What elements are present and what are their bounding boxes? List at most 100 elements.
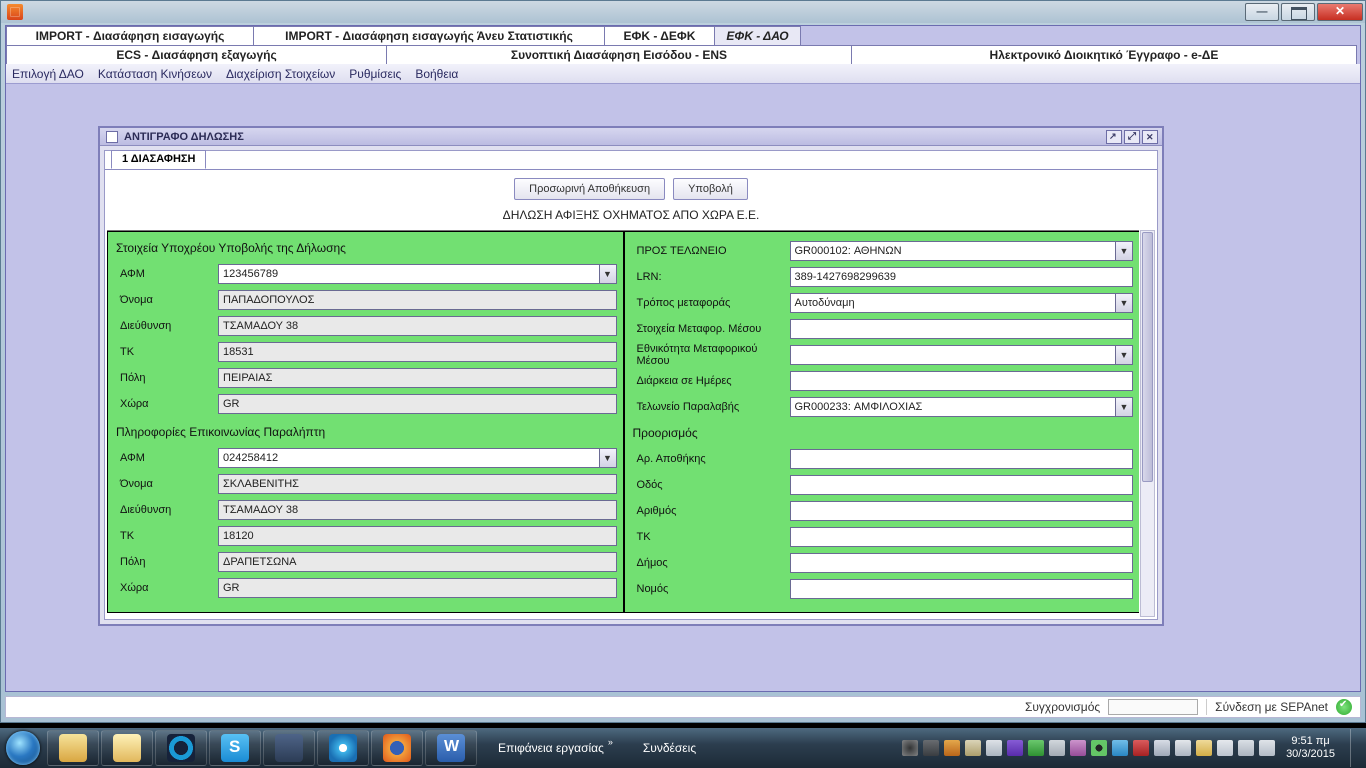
window-buttons <box>1245 3 1363 21</box>
tray-icon[interactable] <box>1112 740 1128 756</box>
nationality-combo[interactable]: ▼ <box>790 345 1134 365</box>
internal-maximize-button[interactable] <box>1124 130 1140 144</box>
window-maximize-button[interactable] <box>1281 3 1315 21</box>
tray-icon[interactable] <box>1049 740 1065 756</box>
tab-import[interactable]: IMPORT - Διασάφηση εισαγωγής <box>6 26 254 45</box>
recv-customs-field[interactable]: GR000233: ΑΜΦΙΛΟΧΙΑΣ <box>790 397 1116 417</box>
afm-combo[interactable]: 123456789▼ <box>218 264 617 284</box>
window-titlebar[interactable] <box>1 1 1365 23</box>
menu-settings[interactable]: Ρυθμίσεις <box>349 67 401 81</box>
name-field: ΠΑΠΑΔΟΠΟΥΛΟΣ <box>218 290 617 310</box>
chevron-down-icon[interactable]: ▼ <box>1115 293 1133 313</box>
tray-icon[interactable] <box>965 740 981 756</box>
taskbar-files[interactable] <box>101 730 153 766</box>
taskbar-clock[interactable]: 9:51 πμ 30/3/2015 <box>1280 735 1341 761</box>
internal-close-button[interactable] <box>1142 130 1158 144</box>
taskbar-firefox[interactable] <box>371 730 423 766</box>
chevron-down-icon[interactable]: ▼ <box>1115 345 1133 365</box>
submit-button[interactable]: Υποβολή <box>673 178 748 200</box>
menu-data[interactable]: Διαχείριση Στοιχείων <box>226 67 335 81</box>
internal-detach-button[interactable] <box>1106 130 1122 144</box>
municipality-field[interactable] <box>790 553 1134 573</box>
recv-customs-combo[interactable]: GR000233: ΑΜΦΙΛΟΧΙΑΣ▼ <box>790 397 1134 417</box>
mode-field[interactable]: Αυτοδύναμη <box>790 293 1116 313</box>
tray-icon[interactable] <box>1154 740 1170 756</box>
internal-titlebar[interactable]: ΑΝΤΙΓΡΑΦΟ ΔΗΛΩΣΗΣ <box>100 128 1162 146</box>
tray-icon[interactable] <box>1028 740 1044 756</box>
taskbar-sepa[interactable] <box>263 730 315 766</box>
toolbar-desktop[interactable]: Επιφάνεια εργασίας» <box>498 741 613 755</box>
show-desktop-button[interactable] <box>1350 729 1360 767</box>
tab-efk-defk[interactable]: ΕΦΚ - ΔΕΦΚ <box>604 26 715 45</box>
label-tk2: ΤΚ <box>114 530 214 542</box>
form-tab-1[interactable]: 1 ΔΙΑΣΑΦΗΣΗ <box>111 150 206 169</box>
tray-icon[interactable] <box>1007 740 1023 756</box>
start-button[interactable] <box>0 728 46 768</box>
menu-dao[interactable]: Επιλογή ΔΑΟ <box>12 67 84 81</box>
chevron-down-icon[interactable]: ▼ <box>1115 241 1133 261</box>
tab-ede[interactable]: Ηλεκτρονικό Διοικητικό Έγγραφο - e-ΔΕ <box>851 45 1357 64</box>
vertical-scrollbar[interactable] <box>1140 230 1155 617</box>
tab-efk-dao[interactable]: ΕΦΚ - ΔΑΟ <box>714 26 801 45</box>
label-mode: Τρόπος μεταφοράς <box>631 297 786 309</box>
afm2-combo[interactable]: 024258412▼ <box>218 448 617 468</box>
street-field[interactable] <box>790 475 1134 495</box>
tab-import-no-stats[interactable]: IMPORT - Διασάφηση εισαγωγής Άνευ Στατισ… <box>253 26 605 45</box>
tray-icon[interactable] <box>1091 740 1107 756</box>
mode-combo[interactable]: Αυτοδύναμη▼ <box>790 293 1134 313</box>
internal-window: ΑΝΤΙΓΡΑΦΟ ΔΗΛΩΣΗΣ 1 ΔΙΑΣΑΦΗΣΗ Προσωρινή … <box>98 126 1164 626</box>
chevron-down-icon[interactable]: ▼ <box>1115 397 1133 417</box>
label-name2: Όνομα <box>114 478 214 490</box>
tray-icon[interactable] <box>1133 740 1149 756</box>
vehinfo-field[interactable] <box>790 319 1134 339</box>
taskbar-ie[interactable] <box>317 730 369 766</box>
save-button[interactable]: Προσωρινή Αποθήκευση <box>514 178 665 200</box>
check-icon <box>1336 699 1352 715</box>
customs-field[interactable]: GR000102: ΑΘΗΝΩΝ <box>790 241 1116 261</box>
dest-tk-field[interactable] <box>790 527 1134 547</box>
taskbar-explorer[interactable] <box>47 730 99 766</box>
window-minimize-button[interactable] <box>1245 3 1279 21</box>
afm2-field[interactable]: 024258412 <box>218 448 599 468</box>
chevron-right-icon: » <box>608 737 613 747</box>
toolbar-links[interactable]: Συνδέσεις <box>643 741 696 755</box>
warehouse-field[interactable] <box>790 449 1134 469</box>
tray-icon[interactable] <box>1238 740 1254 756</box>
internal-body: 1 ΔΙΑΣΑΦΗΣΗ Προσωρινή Αποθήκευση Υποβολή… <box>104 150 1158 620</box>
tray-icon[interactable] <box>1196 740 1212 756</box>
menu-moves[interactable]: Κατάσταση Κινήσεων <box>98 67 212 81</box>
tray-icon[interactable] <box>1175 740 1191 756</box>
lrn-field[interactable]: 389-1427698299639 <box>790 267 1134 287</box>
explorer-icon <box>59 734 87 762</box>
taskbar-skype[interactable] <box>209 730 261 766</box>
tray-icon[interactable] <box>923 740 939 756</box>
label-recv-customs: Τελωνείο Παραλαβής <box>631 401 786 413</box>
nationality-field[interactable] <box>790 345 1116 365</box>
days-field[interactable] <box>790 371 1134 391</box>
tray-icon[interactable] <box>1070 740 1086 756</box>
tk-field: 18531 <box>218 342 617 362</box>
word-icon <box>437 734 465 762</box>
customs-combo[interactable]: GR000102: ΑΘΗΝΩΝ▼ <box>790 241 1134 261</box>
windows-logo-icon <box>6 731 40 765</box>
chevron-down-icon[interactable]: ▼ <box>599 448 617 468</box>
menu-help[interactable]: Βοήθεια <box>415 67 458 81</box>
tab-ecs[interactable]: ECS - Διασάφηση εξαγωγής <box>6 45 387 64</box>
afm-field[interactable]: 123456789 <box>218 264 599 284</box>
tab-ens[interactable]: Συνοπτική Διασάφηση Εισόδου - ENS <box>386 45 852 64</box>
chevron-down-icon[interactable]: ▼ <box>599 264 617 284</box>
prefecture-field[interactable] <box>790 579 1134 599</box>
tray-icon[interactable] <box>986 740 1002 756</box>
taskbar-word[interactable] <box>425 730 477 766</box>
taskbar-ring[interactable] <box>155 730 207 766</box>
label-tk: ΤΚ <box>114 346 214 358</box>
number-field[interactable] <box>790 501 1134 521</box>
tray-icon[interactable] <box>902 740 918 756</box>
tray-icon[interactable] <box>944 740 960 756</box>
scrollbar-thumb[interactable] <box>1142 232 1153 482</box>
window-close-button[interactable] <box>1317 3 1363 21</box>
country-field: GR <box>218 394 617 414</box>
tray-icon[interactable] <box>1217 740 1233 756</box>
menubar: Επιλογή ΔΑΟ Κατάσταση Κινήσεων Διαχείρισ… <box>6 64 1360 84</box>
tray-icon[interactable] <box>1259 740 1275 756</box>
